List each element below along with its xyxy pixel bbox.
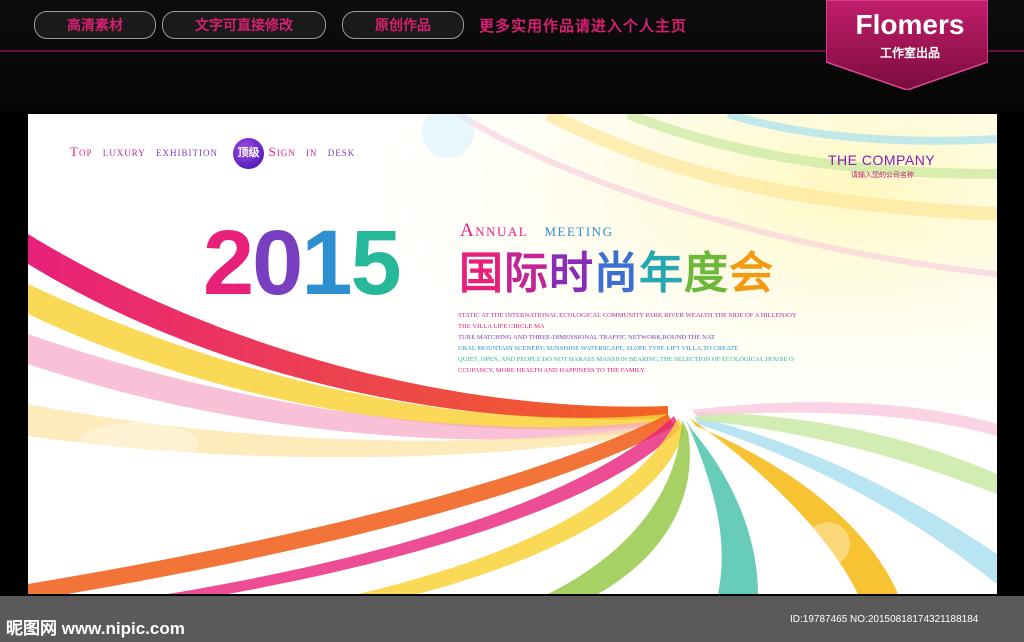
tagline-word-sign: Sign — [268, 144, 296, 159]
poster-board: Top luxury exhibition Sign in desk 顶级 TH… — [28, 114, 997, 594]
description-line: TURE MATCHING AND THREE-DIMENSIONAL TRAF… — [458, 334, 715, 341]
watermark-logo: 昵图网 www.nipic.com — [6, 619, 185, 638]
company-name: THE COMPANY — [828, 152, 936, 168]
year-digit: 1 — [301, 212, 352, 314]
top-luxury-tagline: Top luxury exhibition Sign in desk — [70, 144, 355, 160]
watermark-id: ID:19787465 NO:20150818174321188184 — [790, 614, 979, 625]
title-char: 国 — [459, 249, 504, 298]
title-char: 会 — [729, 249, 774, 298]
title-char: 度 — [684, 249, 729, 298]
tagline-word-exhibition: exhibition — [155, 144, 218, 159]
light-flare — [78, 422, 198, 466]
title-char: 际 — [504, 249, 549, 298]
company-name-placeholder: 请输入您的公司名称 — [851, 172, 914, 179]
meeting-word: meeting — [544, 220, 614, 241]
original-work-tag: 原创作品 — [342, 11, 464, 39]
annual-meeting-heading: Annual meeting — [460, 220, 613, 242]
year-digit: 2 — [203, 212, 254, 314]
description-line: STATIC AT THE INTERNATIONAL ECOLOGICAL C… — [458, 312, 797, 319]
promo-link[interactable]: 更多实用作品请进入个人主页 — [479, 15, 687, 36]
brand-name: Flomers — [855, 9, 965, 40]
hd-material-tag: 高清素材 — [34, 11, 156, 39]
description-line: CCUPANCY, MORE HEALTH AND HAPPINESS TO T… — [458, 367, 646, 374]
top-level-badge: 顶级 — [233, 138, 264, 169]
title-char: 时 — [549, 249, 594, 298]
description-block: STATIC AT THE INTERNATIONAL ECOLOGICAL C… — [458, 310, 797, 376]
annual-word: Annual — [460, 220, 529, 241]
tagline-word-luxury: luxury — [102, 144, 146, 159]
chinese-title: 国际时尚年度会 — [459, 248, 774, 300]
description-line: THE VILLA LIFE CIRCLE MA — [458, 323, 545, 330]
tagline-word-in: in — [305, 144, 318, 159]
title-char: 年 — [639, 249, 684, 298]
description-line: URAL MOUNTAIN SCENERY, SUNSHINE WATERSCA… — [458, 345, 739, 352]
editable-text-tag: 文字可直接修改 — [162, 11, 326, 39]
year-digit: 0 — [252, 212, 303, 314]
tagline-word-desk: desk — [327, 144, 356, 159]
bubble-decoration — [806, 522, 850, 566]
year-title: 2015 — [203, 212, 402, 314]
title-char: 尚 — [594, 249, 639, 298]
description-line: QUIET, OPEN, AND PEOPLE DO NOT HARASS MA… — [458, 356, 794, 363]
tagline-word-top: Top — [70, 144, 93, 159]
brand-subtitle: 工作室出品 — [879, 46, 940, 60]
year-digit: 5 — [350, 212, 402, 314]
